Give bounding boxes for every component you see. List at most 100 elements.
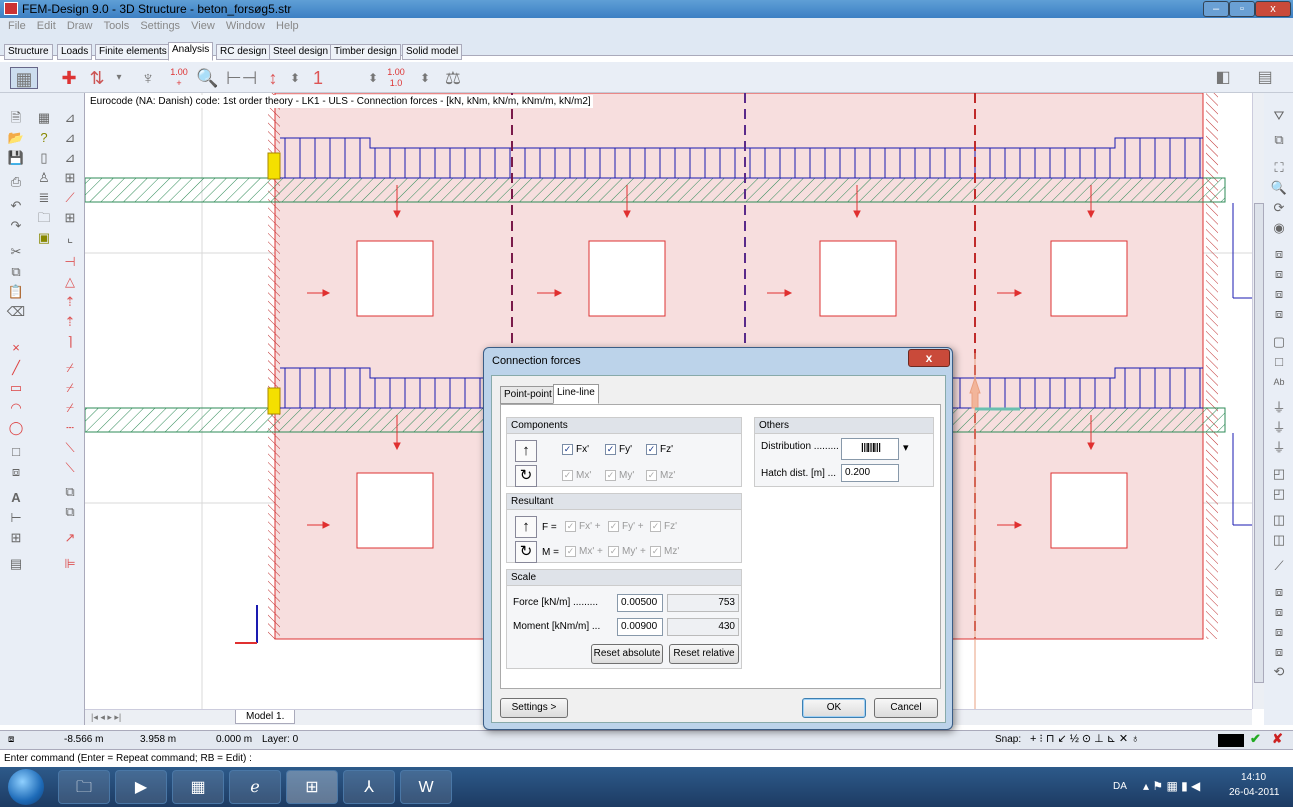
color-swatch[interactable] xyxy=(1218,734,1244,747)
reset-relative-button[interactable]: Reset relative xyxy=(669,644,739,664)
balance-icon[interactable]: ⚖ xyxy=(442,67,464,89)
tab-nav-arrows-icon[interactable]: |◂ ◂ ▸ ▸| xyxy=(91,712,121,723)
open-file-icon[interactable]: 📂 xyxy=(6,129,26,147)
box-view-icon[interactable]: □ xyxy=(1269,353,1289,371)
slash-tool-icon[interactable]: ⌿ xyxy=(60,359,80,377)
text-tool-icon[interactable]: A xyxy=(6,489,26,507)
cube-tool-icon[interactable]: ⧈ xyxy=(6,463,26,481)
orbit-icon[interactable]: ⟲ xyxy=(1269,663,1289,681)
bracket-tool-icon[interactable]: ⌉ xyxy=(60,333,80,351)
tab-loads[interactable]: Loads xyxy=(57,44,93,60)
pdf-task-icon[interactable]: ⅄ xyxy=(343,770,395,804)
walk-icon[interactable]: ◉ xyxy=(1269,219,1289,237)
solid-4-icon[interactable]: ⧈ xyxy=(1269,643,1289,661)
arrows-updown-icon[interactable]: ⇅ xyxy=(86,67,108,89)
note-icon[interactable]: ▣ xyxy=(34,229,54,247)
my-checkbox[interactable]: ✓ My' xyxy=(605,470,634,481)
scale-up-icon[interactable]: 1.00 + xyxy=(168,67,190,89)
arrow-scale-icon[interactable]: ↕ xyxy=(262,67,284,89)
menu-draw[interactable]: Draw xyxy=(63,18,97,34)
scale-value-icon[interactable]: 1.00 1.0 xyxy=(385,67,407,89)
command-line[interactable]: Enter command (Enter = Repeat command; R… xyxy=(0,749,1293,767)
model-tab[interactable]: Model 1. xyxy=(235,710,296,724)
layer-indicator[interactable]: Layer: 0 xyxy=(262,734,298,745)
angle2-tool-icon[interactable]: ⟍ xyxy=(60,459,80,477)
dropdown-arrow-icon[interactable]: ▾ xyxy=(108,67,130,89)
layer-tool-icon[interactable]: ⧉ xyxy=(60,483,80,501)
rotate-icon[interactable]: ⟳ xyxy=(1269,199,1289,217)
menu-view[interactable]: View xyxy=(187,18,219,34)
grid2-tool-icon[interactable]: ⊞ xyxy=(60,209,80,227)
start-button[interactable] xyxy=(8,769,44,805)
fy-checkbox[interactable]: ✓ Fy' xyxy=(605,444,632,455)
zoom-in-icon[interactable]: 🔍 xyxy=(1269,179,1289,197)
confirm-icon[interactable]: ✔ xyxy=(1250,731,1261,747)
moment-arrow-icon[interactable]: ↻ xyxy=(515,465,537,487)
hatch-dist-input[interactable]: 0.200 xyxy=(841,464,899,482)
close-button[interactable]: x xyxy=(1255,1,1291,17)
mx-checkbox[interactable]: ✓ Mx' xyxy=(562,470,591,481)
language-indicator[interactable]: DA xyxy=(1113,781,1127,792)
vertical-scrollbar[interactable] xyxy=(1252,93,1264,709)
femdesign-task-icon[interactable]: ⊞ xyxy=(286,770,338,804)
view-toggle-icon[interactable]: ◧ xyxy=(1212,67,1234,89)
plane-icon[interactable]: ⟋ xyxy=(1269,557,1289,575)
text-view-icon[interactable]: Ab xyxy=(1269,373,1289,391)
slash3-tool-icon[interactable]: ⌿ xyxy=(60,399,80,417)
print-icon[interactable]: ⎙ xyxy=(6,173,26,191)
force-scale-input[interactable]: 0.00500 xyxy=(617,594,663,612)
rmz-checkbox[interactable]: ✓ Mz' xyxy=(650,546,679,557)
settings-button[interactable]: Settings > xyxy=(500,698,568,718)
view-tool-1-icon[interactable]: ⛛ xyxy=(1269,107,1289,125)
tab-line-line[interactable]: Line-line xyxy=(553,384,599,404)
tab-analysis[interactable]: Analysis xyxy=(168,42,214,61)
browser-task-icon[interactable]: ℯ xyxy=(229,770,281,804)
minimize-button[interactable]: – xyxy=(1203,1,1229,17)
cross-icon[interactable]: × xyxy=(6,339,26,357)
spinner2-icon[interactable]: ⬍ xyxy=(362,67,384,89)
rfz-checkbox[interactable]: ✓ Fz' xyxy=(650,521,677,532)
tab-point-point[interactable]: Point-point xyxy=(500,386,556,404)
tray-icons[interactable]: ▴ ⚑ ▦ ▮ ◀ xyxy=(1143,779,1200,793)
new-file-icon[interactable]: 🗎 xyxy=(6,109,26,127)
snap-icons[interactable]: +⁝⊓↙½⊙⊥⊾✕♁ xyxy=(1030,732,1142,745)
person-icon[interactable]: ♙ xyxy=(34,169,54,187)
rmy-checkbox[interactable]: ✓ My' + xyxy=(608,546,646,557)
tab-rc-design[interactable]: RC design xyxy=(216,44,271,60)
frame-view-icon[interactable]: ▢ xyxy=(1269,333,1289,351)
dash-tool-icon[interactable]: ┄ xyxy=(60,419,80,437)
menu-help[interactable]: Help xyxy=(272,18,303,34)
cut-icon[interactable]: ✂ xyxy=(6,243,26,261)
cube-view-2-icon[interactable]: ⧈ xyxy=(1269,265,1289,283)
rfx-checkbox[interactable]: ✓ Fx' + xyxy=(565,521,601,532)
cancel-icon[interactable]: ✘ xyxy=(1272,731,1283,747)
menu-window[interactable]: Window xyxy=(222,18,269,34)
support-icon[interactable]: ♆ xyxy=(137,67,159,89)
cube-view-3-icon[interactable]: ⧈ xyxy=(1269,285,1289,303)
zoom-icon[interactable]: 🔍 xyxy=(196,67,218,89)
rmx-checkbox[interactable]: ✓ Mx' + xyxy=(565,546,603,557)
spinner-icon[interactable]: ⬍ xyxy=(284,67,306,89)
solid-3-icon[interactable]: ⧈ xyxy=(1269,623,1289,641)
fx-checkbox[interactable]: ✓ Fx' xyxy=(562,444,589,455)
dimension-tool-icon[interactable]: ⊢ xyxy=(6,509,26,527)
cancel-button[interactable]: Cancel xyxy=(874,698,938,718)
menu-settings[interactable]: Settings xyxy=(136,18,184,34)
rfy-checkbox[interactable]: ✓ Fy' + xyxy=(608,521,644,532)
tab-structure[interactable]: Structure xyxy=(4,44,53,60)
list-tool-icon[interactable]: ▤ xyxy=(6,555,26,573)
clock-date[interactable]: 26-04-2011 xyxy=(1229,787,1279,798)
node-tool-icon[interactable]: ⊿ xyxy=(60,109,80,127)
ok-button[interactable]: OK xyxy=(802,698,866,718)
menu-file[interactable]: File xyxy=(4,18,30,34)
calculator-icon[interactable]: ▦ xyxy=(10,67,38,89)
zoom-extents-icon[interactable]: ⛶ xyxy=(1269,159,1289,177)
triangle-tool-icon[interactable]: △ xyxy=(60,273,80,291)
level3-icon[interactable]: ⏚ xyxy=(1269,439,1289,457)
spinner3-icon[interactable]: ⬍ xyxy=(414,67,436,89)
arrow-diag-tool-icon[interactable]: ↗ xyxy=(60,529,80,547)
span-tool-icon[interactable]: ⊣ xyxy=(60,253,80,271)
flag-tool-icon[interactable]: ⊫ xyxy=(60,555,80,573)
arrow-up-tool-icon[interactable]: ⇡ xyxy=(60,293,80,311)
document-icon[interactable]: ≣ xyxy=(34,189,54,207)
